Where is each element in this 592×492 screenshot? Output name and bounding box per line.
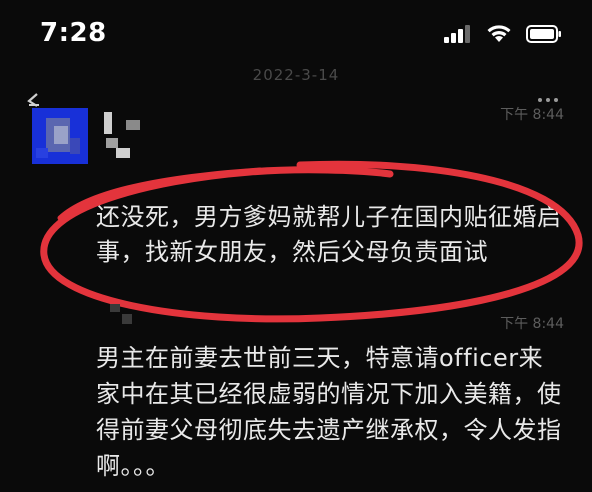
chat-screen: 7:28 2022-3-14 下午 8:44 还没死，男方爹妈就帮儿子在国内贴征… bbox=[0, 0, 592, 492]
status-icons bbox=[444, 24, 562, 43]
status-time: 7:28 bbox=[40, 18, 107, 48]
avatar[interactable] bbox=[32, 108, 88, 164]
cellular-signal-icon bbox=[444, 25, 470, 43]
message-text: 还没死，男方爹妈就帮儿子在国内贴征婚启事，找新女朋友，然后父母负责面试 bbox=[96, 203, 562, 266]
more-dots-icon[interactable] bbox=[538, 98, 558, 102]
wifi-icon bbox=[487, 25, 511, 42]
message-text: 男主在前妻去世前三天，特意请officer来家中在其已经很虚弱的情况下加入美籍，… bbox=[96, 344, 562, 480]
message-time: 下午 8:44 bbox=[500, 316, 564, 332]
date-stamp: 2022-3-14 bbox=[252, 66, 340, 84]
message-time: 下午 8:44 bbox=[500, 107, 564, 123]
back-arrow-icon[interactable] bbox=[26, 92, 42, 108]
blurred-mark bbox=[108, 300, 148, 330]
battery-icon bbox=[526, 25, 561, 43]
sender-name-mosaic bbox=[96, 110, 156, 170]
